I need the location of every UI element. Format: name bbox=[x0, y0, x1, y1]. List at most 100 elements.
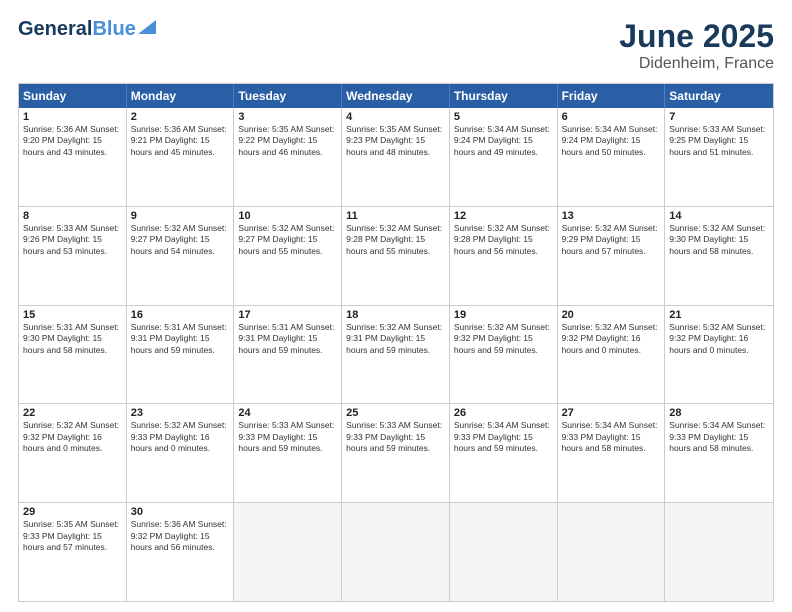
day-number: 5 bbox=[454, 111, 553, 123]
day-number: 22 bbox=[23, 407, 122, 419]
day-number: 8 bbox=[23, 210, 122, 222]
day-info: Sunrise: 5:32 AM Sunset: 9:31 PM Dayligh… bbox=[346, 322, 445, 356]
day-2: 2Sunrise: 5:36 AM Sunset: 9:21 PM Daylig… bbox=[127, 108, 235, 206]
day-number: 13 bbox=[562, 210, 661, 222]
empty-cell bbox=[450, 503, 558, 601]
day-info: Sunrise: 5:36 AM Sunset: 9:20 PM Dayligh… bbox=[23, 124, 122, 158]
day-info: Sunrise: 5:32 AM Sunset: 9:32 PM Dayligh… bbox=[23, 420, 122, 454]
day-info: Sunrise: 5:33 AM Sunset: 9:26 PM Dayligh… bbox=[23, 223, 122, 257]
logo: GeneralBlue bbox=[18, 18, 156, 40]
day-info: Sunrise: 5:32 AM Sunset: 9:27 PM Dayligh… bbox=[238, 223, 337, 257]
day-22: 22Sunrise: 5:32 AM Sunset: 9:32 PM Dayli… bbox=[19, 404, 127, 502]
day-number: 26 bbox=[454, 407, 553, 419]
page: GeneralBlue June 2025 Didenheim, France … bbox=[0, 0, 792, 612]
day-number: 3 bbox=[238, 111, 337, 123]
day-12: 12Sunrise: 5:32 AM Sunset: 9:28 PM Dayli… bbox=[450, 207, 558, 305]
day-4: 4Sunrise: 5:35 AM Sunset: 9:23 PM Daylig… bbox=[342, 108, 450, 206]
empty-cell bbox=[665, 503, 773, 601]
day-21: 21Sunrise: 5:32 AM Sunset: 9:32 PM Dayli… bbox=[665, 306, 773, 404]
day-11: 11Sunrise: 5:32 AM Sunset: 9:28 PM Dayli… bbox=[342, 207, 450, 305]
day-5: 5Sunrise: 5:34 AM Sunset: 9:24 PM Daylig… bbox=[450, 108, 558, 206]
day-number: 21 bbox=[669, 309, 769, 321]
day-info: Sunrise: 5:34 AM Sunset: 9:33 PM Dayligh… bbox=[454, 420, 553, 454]
logo-text: GeneralBlue bbox=[18, 18, 136, 40]
day-info: Sunrise: 5:32 AM Sunset: 9:28 PM Dayligh… bbox=[454, 223, 553, 257]
day-17: 17Sunrise: 5:31 AM Sunset: 9:31 PM Dayli… bbox=[234, 306, 342, 404]
week-row-2: 8Sunrise: 5:33 AM Sunset: 9:26 PM Daylig… bbox=[19, 207, 773, 306]
month-year-title: June 2025 bbox=[619, 18, 774, 55]
day-27: 27Sunrise: 5:34 AM Sunset: 9:33 PM Dayli… bbox=[558, 404, 666, 502]
location-subtitle: Didenheim, France bbox=[619, 55, 774, 73]
day-15: 15Sunrise: 5:31 AM Sunset: 9:30 PM Dayli… bbox=[19, 306, 127, 404]
day-info: Sunrise: 5:33 AM Sunset: 9:25 PM Dayligh… bbox=[669, 124, 769, 158]
day-info: Sunrise: 5:34 AM Sunset: 9:33 PM Dayligh… bbox=[562, 420, 661, 454]
day-23: 23Sunrise: 5:32 AM Sunset: 9:33 PM Dayli… bbox=[127, 404, 235, 502]
day-info: Sunrise: 5:31 AM Sunset: 9:30 PM Dayligh… bbox=[23, 322, 122, 356]
day-number: 4 bbox=[346, 111, 445, 123]
day-number: 16 bbox=[131, 309, 230, 321]
day-info: Sunrise: 5:32 AM Sunset: 9:30 PM Dayligh… bbox=[669, 223, 769, 257]
day-info: Sunrise: 5:32 AM Sunset: 9:33 PM Dayligh… bbox=[131, 420, 230, 454]
calendar-body: 1Sunrise: 5:36 AM Sunset: 9:20 PM Daylig… bbox=[19, 108, 773, 601]
week-row-3: 15Sunrise: 5:31 AM Sunset: 9:30 PM Dayli… bbox=[19, 306, 773, 405]
day-info: Sunrise: 5:32 AM Sunset: 9:32 PM Dayligh… bbox=[669, 322, 769, 356]
day-info: Sunrise: 5:32 AM Sunset: 9:32 PM Dayligh… bbox=[454, 322, 553, 356]
day-28: 28Sunrise: 5:34 AM Sunset: 9:33 PM Dayli… bbox=[665, 404, 773, 502]
day-number: 30 bbox=[131, 506, 230, 518]
day-number: 24 bbox=[238, 407, 337, 419]
day-info: Sunrise: 5:32 AM Sunset: 9:28 PM Dayligh… bbox=[346, 223, 445, 257]
empty-cell bbox=[558, 503, 666, 601]
day-number: 20 bbox=[562, 309, 661, 321]
header-saturday: Saturday bbox=[665, 84, 773, 108]
day-number: 7 bbox=[669, 111, 769, 123]
day-16: 16Sunrise: 5:31 AM Sunset: 9:31 PM Dayli… bbox=[127, 306, 235, 404]
day-10: 10Sunrise: 5:32 AM Sunset: 9:27 PM Dayli… bbox=[234, 207, 342, 305]
day-info: Sunrise: 5:32 AM Sunset: 9:29 PM Dayligh… bbox=[562, 223, 661, 257]
header-sunday: Sunday bbox=[19, 84, 127, 108]
day-20: 20Sunrise: 5:32 AM Sunset: 9:32 PM Dayli… bbox=[558, 306, 666, 404]
header-monday: Monday bbox=[127, 84, 235, 108]
day-info: Sunrise: 5:35 AM Sunset: 9:33 PM Dayligh… bbox=[23, 519, 122, 553]
day-number: 25 bbox=[346, 407, 445, 419]
day-8: 8Sunrise: 5:33 AM Sunset: 9:26 PM Daylig… bbox=[19, 207, 127, 305]
day-30: 30Sunrise: 5:36 AM Sunset: 9:32 PM Dayli… bbox=[127, 503, 235, 601]
day-info: Sunrise: 5:32 AM Sunset: 9:27 PM Dayligh… bbox=[131, 223, 230, 257]
header: GeneralBlue June 2025 Didenheim, France bbox=[18, 18, 774, 73]
title-block: June 2025 Didenheim, France bbox=[619, 18, 774, 73]
day-info: Sunrise: 5:34 AM Sunset: 9:24 PM Dayligh… bbox=[454, 124, 553, 158]
header-thursday: Thursday bbox=[450, 84, 558, 108]
calendar: Sunday Monday Tuesday Wednesday Thursday… bbox=[18, 83, 774, 602]
day-number: 28 bbox=[669, 407, 769, 419]
day-13: 13Sunrise: 5:32 AM Sunset: 9:29 PM Dayli… bbox=[558, 207, 666, 305]
day-number: 15 bbox=[23, 309, 122, 321]
day-6: 6Sunrise: 5:34 AM Sunset: 9:24 PM Daylig… bbox=[558, 108, 666, 206]
day-number: 1 bbox=[23, 111, 122, 123]
day-14: 14Sunrise: 5:32 AM Sunset: 9:30 PM Dayli… bbox=[665, 207, 773, 305]
day-number: 9 bbox=[131, 210, 230, 222]
calendar-header: Sunday Monday Tuesday Wednesday Thursday… bbox=[19, 84, 773, 108]
day-25: 25Sunrise: 5:33 AM Sunset: 9:33 PM Dayli… bbox=[342, 404, 450, 502]
day-9: 9Sunrise: 5:32 AM Sunset: 9:27 PM Daylig… bbox=[127, 207, 235, 305]
day-number: 23 bbox=[131, 407, 230, 419]
day-info: Sunrise: 5:35 AM Sunset: 9:22 PM Dayligh… bbox=[238, 124, 337, 158]
day-info: Sunrise: 5:34 AM Sunset: 9:33 PM Dayligh… bbox=[669, 420, 769, 454]
header-tuesday: Tuesday bbox=[234, 84, 342, 108]
day-info: Sunrise: 5:36 AM Sunset: 9:32 PM Dayligh… bbox=[131, 519, 230, 553]
day-number: 12 bbox=[454, 210, 553, 222]
day-1: 1Sunrise: 5:36 AM Sunset: 9:20 PM Daylig… bbox=[19, 108, 127, 206]
day-number: 2 bbox=[131, 111, 230, 123]
day-info: Sunrise: 5:35 AM Sunset: 9:23 PM Dayligh… bbox=[346, 124, 445, 158]
day-26: 26Sunrise: 5:34 AM Sunset: 9:33 PM Dayli… bbox=[450, 404, 558, 502]
day-number: 11 bbox=[346, 210, 445, 222]
day-number: 10 bbox=[238, 210, 337, 222]
day-number: 19 bbox=[454, 309, 553, 321]
week-row-4: 22Sunrise: 5:32 AM Sunset: 9:32 PM Dayli… bbox=[19, 404, 773, 503]
day-29: 29Sunrise: 5:35 AM Sunset: 9:33 PM Dayli… bbox=[19, 503, 127, 601]
empty-cell bbox=[342, 503, 450, 601]
day-info: Sunrise: 5:36 AM Sunset: 9:21 PM Dayligh… bbox=[131, 124, 230, 158]
day-info: Sunrise: 5:33 AM Sunset: 9:33 PM Dayligh… bbox=[346, 420, 445, 454]
day-info: Sunrise: 5:32 AM Sunset: 9:32 PM Dayligh… bbox=[562, 322, 661, 356]
header-friday: Friday bbox=[558, 84, 666, 108]
day-number: 17 bbox=[238, 309, 337, 321]
day-24: 24Sunrise: 5:33 AM Sunset: 9:33 PM Dayli… bbox=[234, 404, 342, 502]
